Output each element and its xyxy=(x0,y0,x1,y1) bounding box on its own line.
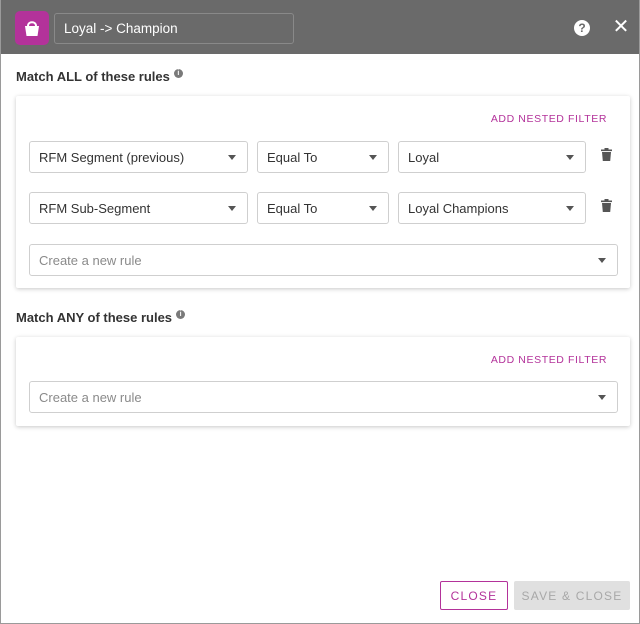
save-and-close-button[interactable]: SAVE & CLOSE xyxy=(514,581,630,610)
chevron-down-icon xyxy=(228,206,236,211)
rule-value-value: Loyal xyxy=(408,149,440,165)
rule-operator-select[interactable]: Equal To xyxy=(257,192,389,224)
match-all-title: Match ALL of these rules xyxy=(16,69,170,84)
chevron-down-icon xyxy=(228,155,236,160)
rule-value-select[interactable]: Loyal xyxy=(398,141,586,173)
rule-field-value: RFM Segment (previous) xyxy=(39,149,185,165)
match-all-card: ADD NESTED FILTER RFM Segment (previous)… xyxy=(16,96,630,288)
new-rule-select[interactable]: Create a new rule xyxy=(29,244,618,276)
close-button[interactable]: CLOSE xyxy=(440,581,508,610)
match-any-heading: Match ANY of these rules i xyxy=(16,310,186,325)
filter-modal: Loyal -> Champion ? ✕ Match ALL of these… xyxy=(0,0,640,624)
trash-icon[interactable] xyxy=(601,148,612,161)
rule-field-select[interactable]: RFM Segment (previous) xyxy=(29,141,248,173)
rule-field-select[interactable]: RFM Sub-Segment xyxy=(29,192,248,224)
new-rule-placeholder: Create a new rule xyxy=(39,252,142,268)
info-icon: i xyxy=(176,310,186,319)
rule-field-value: RFM Sub-Segment xyxy=(39,200,151,216)
help-icon[interactable]: ? xyxy=(574,20,590,36)
modal-header: Loyal -> Champion ? ✕ xyxy=(1,0,639,54)
new-rule-select[interactable]: Create a new rule xyxy=(29,381,618,413)
trash-icon[interactable] xyxy=(601,199,612,212)
chevron-down-icon xyxy=(598,395,606,400)
chevron-down-icon xyxy=(598,258,606,263)
match-any-title: Match ANY of these rules xyxy=(16,310,173,325)
chevron-down-icon xyxy=(369,206,377,211)
match-any-card: ADD NESTED FILTER Create a new rule xyxy=(16,337,630,426)
chevron-down-icon xyxy=(369,155,377,160)
rule-value-value: Loyal Champions xyxy=(408,200,509,216)
chevron-down-icon xyxy=(566,155,574,160)
new-rule-placeholder: Create a new rule xyxy=(39,389,142,405)
add-nested-filter-button[interactable]: ADD NESTED FILTER xyxy=(491,113,607,125)
info-icon: i xyxy=(173,69,183,78)
chevron-down-icon xyxy=(566,206,574,211)
close-icon[interactable]: ✕ xyxy=(612,17,630,37)
match-all-heading: Match ALL of these rules i xyxy=(16,69,183,84)
rule-operator-value: Equal To xyxy=(267,200,318,216)
segment-title-input[interactable]: Loyal -> Champion xyxy=(54,13,294,44)
rule-operator-value: Equal To xyxy=(267,149,318,165)
basket-icon xyxy=(15,11,49,45)
rule-value-select[interactable]: Loyal Champions xyxy=(398,192,586,224)
add-nested-filter-button[interactable]: ADD NESTED FILTER xyxy=(491,354,607,366)
rule-operator-select[interactable]: Equal To xyxy=(257,141,389,173)
